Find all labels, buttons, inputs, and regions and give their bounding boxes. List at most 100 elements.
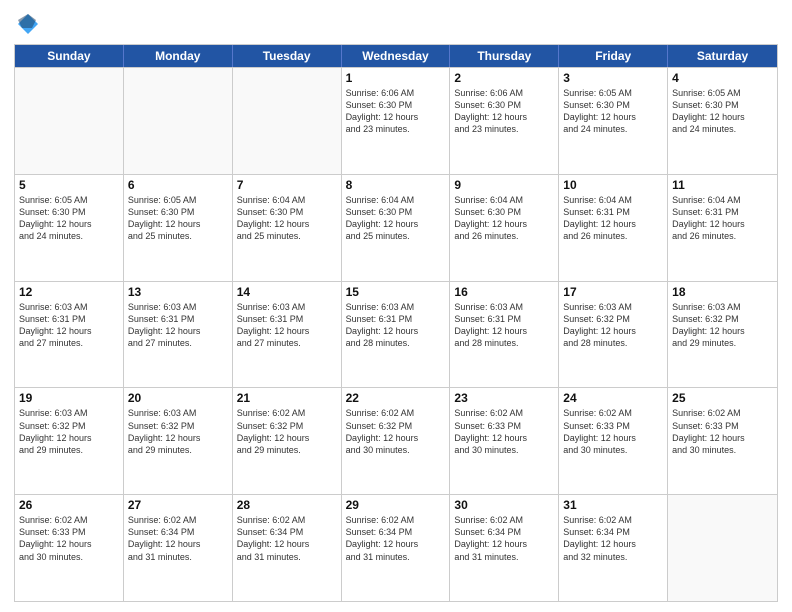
day-info: Sunrise: 6:02 AM Sunset: 6:34 PM Dayligh… [563, 514, 663, 563]
day-number: 11 [672, 178, 773, 192]
calendar-row-4: 19 Sunrise: 6:03 AM Sunset: 6:32 PM Dayli… [15, 387, 777, 494]
day-cell-22: 22 Sunrise: 6:02 AM Sunset: 6:32 PM Dayli… [342, 388, 451, 494]
day-cell-3: 3 Sunrise: 6:05 AM Sunset: 6:30 PM Daylig… [559, 68, 668, 174]
empty-cell [233, 68, 342, 174]
day-number: 1 [346, 71, 446, 85]
day-cell-18: 18 Sunrise: 6:03 AM Sunset: 6:32 PM Dayli… [668, 282, 777, 388]
day-info: Sunrise: 6:03 AM Sunset: 6:31 PM Dayligh… [128, 301, 228, 350]
day-number: 13 [128, 285, 228, 299]
day-number: 12 [19, 285, 119, 299]
day-info: Sunrise: 6:02 AM Sunset: 6:33 PM Dayligh… [563, 407, 663, 456]
day-cell-23: 23 Sunrise: 6:02 AM Sunset: 6:33 PM Dayli… [450, 388, 559, 494]
day-info: Sunrise: 6:02 AM Sunset: 6:33 PM Dayligh… [454, 407, 554, 456]
day-number: 7 [237, 178, 337, 192]
day-cell-11: 11 Sunrise: 6:04 AM Sunset: 6:31 PM Dayli… [668, 175, 777, 281]
day-info: Sunrise: 6:03 AM Sunset: 6:31 PM Dayligh… [237, 301, 337, 350]
day-info: Sunrise: 6:05 AM Sunset: 6:30 PM Dayligh… [563, 87, 663, 136]
day-info: Sunrise: 6:03 AM Sunset: 6:32 PM Dayligh… [672, 301, 773, 350]
day-info: Sunrise: 6:04 AM Sunset: 6:31 PM Dayligh… [672, 194, 773, 243]
header [14, 10, 778, 38]
day-number: 9 [454, 178, 554, 192]
day-info: Sunrise: 6:03 AM Sunset: 6:31 PM Dayligh… [346, 301, 446, 350]
day-cell-14: 14Sunrise: 6:03 AM Sunset: 6:31 PM Dayli… [233, 282, 342, 388]
day-cell-17: 17 Sunrise: 6:03 AM Sunset: 6:32 PM Dayli… [559, 282, 668, 388]
day-number: 18 [672, 285, 773, 299]
day-number: 29 [346, 498, 446, 512]
calendar-header: SundayMondayTuesdayWednesdayThursdayFrid… [15, 45, 777, 67]
day-number: 2 [454, 71, 554, 85]
day-cell-9: 9 Sunrise: 6:04 AM Sunset: 6:30 PM Daylig… [450, 175, 559, 281]
day-number: 3 [563, 71, 663, 85]
day-cell-29: 29 Sunrise: 6:02 AM Sunset: 6:34 PM Dayli… [342, 495, 451, 601]
day-info: Sunrise: 6:03 AM Sunset: 6:32 PM Dayligh… [563, 301, 663, 350]
day-info: Sunrise: 6:06 AM Sunset: 6:30 PM Dayligh… [346, 87, 446, 136]
day-cell-31: 31Sunrise: 6:02 AM Sunset: 6:34 PM Dayli… [559, 495, 668, 601]
weekday-header-friday: Friday [559, 45, 668, 67]
day-info: Sunrise: 6:05 AM Sunset: 6:30 PM Dayligh… [672, 87, 773, 136]
day-info: Sunrise: 6:04 AM Sunset: 6:31 PM Dayligh… [563, 194, 663, 243]
day-info: Sunrise: 6:05 AM Sunset: 6:30 PM Dayligh… [128, 194, 228, 243]
empty-cell [668, 495, 777, 601]
day-number: 15 [346, 285, 446, 299]
day-info: Sunrise: 6:06 AM Sunset: 6:30 PM Dayligh… [454, 87, 554, 136]
day-cell-25: 25Sunrise: 6:02 AM Sunset: 6:33 PM Dayli… [668, 388, 777, 494]
weekday-header-tuesday: Tuesday [233, 45, 342, 67]
weekday-header-sunday: Sunday [15, 45, 124, 67]
weekday-header-saturday: Saturday [668, 45, 777, 67]
day-number: 5 [19, 178, 119, 192]
day-number: 22 [346, 391, 446, 405]
day-number: 4 [672, 71, 773, 85]
day-number: 26 [19, 498, 119, 512]
day-info: Sunrise: 6:02 AM Sunset: 6:34 PM Dayligh… [128, 514, 228, 563]
weekday-header-thursday: Thursday [450, 45, 559, 67]
day-cell-10: 10 Sunrise: 6:04 AM Sunset: 6:31 PM Dayli… [559, 175, 668, 281]
day-info: Sunrise: 6:03 AM Sunset: 6:32 PM Dayligh… [128, 407, 228, 456]
weekday-header-monday: Monday [124, 45, 233, 67]
day-info: Sunrise: 6:02 AM Sunset: 6:34 PM Dayligh… [237, 514, 337, 563]
day-info: Sunrise: 6:03 AM Sunset: 6:31 PM Dayligh… [19, 301, 119, 350]
day-cell-7: 7 Sunrise: 6:04 AM Sunset: 6:30 PM Daylig… [233, 175, 342, 281]
day-info: Sunrise: 6:02 AM Sunset: 6:33 PM Dayligh… [672, 407, 773, 456]
day-info: Sunrise: 6:02 AM Sunset: 6:33 PM Dayligh… [19, 514, 119, 563]
day-cell-24: 24 Sunrise: 6:02 AM Sunset: 6:33 PM Dayli… [559, 388, 668, 494]
logo [14, 10, 46, 38]
calendar-body: 1 Sunrise: 6:06 AM Sunset: 6:30 PM Daylig… [15, 67, 777, 601]
day-cell-13: 13 Sunrise: 6:03 AM Sunset: 6:31 PM Dayli… [124, 282, 233, 388]
day-number: 19 [19, 391, 119, 405]
page: SundayMondayTuesdayWednesdayThursdayFrid… [0, 0, 792, 612]
day-cell-5: 5Sunrise: 6:05 AM Sunset: 6:30 PM Daylig… [15, 175, 124, 281]
empty-cell [15, 68, 124, 174]
logo-icon [14, 10, 42, 38]
calendar-row-3: 12 Sunrise: 6:03 AM Sunset: 6:31 PM Dayli… [15, 281, 777, 388]
empty-cell [124, 68, 233, 174]
day-info: Sunrise: 6:03 AM Sunset: 6:32 PM Dayligh… [19, 407, 119, 456]
day-number: 30 [454, 498, 554, 512]
day-number: 20 [128, 391, 228, 405]
day-cell-20: 20 Sunrise: 6:03 AM Sunset: 6:32 PM Dayli… [124, 388, 233, 494]
day-cell-4: 4 Sunrise: 6:05 AM Sunset: 6:30 PM Daylig… [668, 68, 777, 174]
day-cell-8: 8Sunrise: 6:04 AM Sunset: 6:30 PM Daylig… [342, 175, 451, 281]
day-cell-28: 28Sunrise: 6:02 AM Sunset: 6:34 PM Dayli… [233, 495, 342, 601]
day-number: 21 [237, 391, 337, 405]
day-number: 17 [563, 285, 663, 299]
day-number: 6 [128, 178, 228, 192]
weekday-header-wednesday: Wednesday [342, 45, 451, 67]
day-number: 10 [563, 178, 663, 192]
day-info: Sunrise: 6:02 AM Sunset: 6:32 PM Dayligh… [346, 407, 446, 456]
day-cell-30: 30Sunrise: 6:02 AM Sunset: 6:34 PM Dayli… [450, 495, 559, 601]
day-number: 23 [454, 391, 554, 405]
day-info: Sunrise: 6:04 AM Sunset: 6:30 PM Dayligh… [237, 194, 337, 243]
day-info: Sunrise: 6:04 AM Sunset: 6:30 PM Dayligh… [454, 194, 554, 243]
day-cell-2: 2 Sunrise: 6:06 AM Sunset: 6:30 PM Daylig… [450, 68, 559, 174]
day-cell-21: 21 Sunrise: 6:02 AM Sunset: 6:32 PM Dayli… [233, 388, 342, 494]
day-cell-26: 26 Sunrise: 6:02 AM Sunset: 6:33 PM Dayli… [15, 495, 124, 601]
day-info: Sunrise: 6:02 AM Sunset: 6:32 PM Dayligh… [237, 407, 337, 456]
day-number: 27 [128, 498, 228, 512]
day-info: Sunrise: 6:02 AM Sunset: 6:34 PM Dayligh… [346, 514, 446, 563]
calendar-row-1: 1 Sunrise: 6:06 AM Sunset: 6:30 PM Daylig… [15, 67, 777, 174]
day-number: 16 [454, 285, 554, 299]
day-number: 24 [563, 391, 663, 405]
calendar-row-2: 5 Sunrise: 6:05 AM Sunset: 6:30 PM Daylig… [15, 174, 777, 281]
day-cell-12: 12 Sunrise: 6:03 AM Sunset: 6:31 PM Dayli… [15, 282, 124, 388]
day-cell-1: 1 Sunrise: 6:06 AM Sunset: 6:30 PM Daylig… [342, 68, 451, 174]
